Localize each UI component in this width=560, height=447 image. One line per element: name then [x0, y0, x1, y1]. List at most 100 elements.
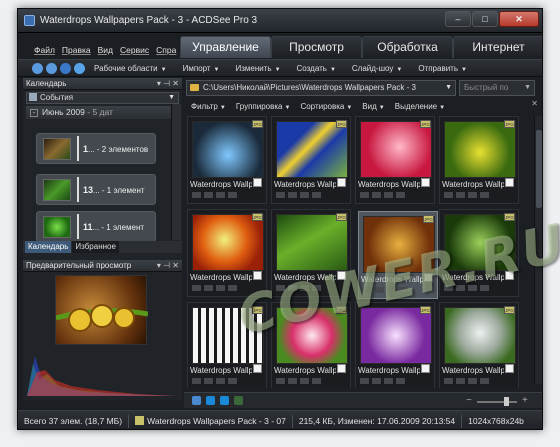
day-thumbnail: [43, 216, 71, 238]
zoom-out-icon[interactable]: −: [466, 395, 472, 406]
edit-label: Изменить: [235, 63, 272, 73]
zoom-in-icon[interactable]: +: [522, 395, 528, 406]
tab-favorites[interactable]: Избранное: [72, 241, 119, 253]
dropdown-arrow-icon[interactable]: ▼: [445, 81, 452, 95]
file-name: Waterdrops Wallp...: [358, 180, 420, 189]
group-menu[interactable]: Группировка ▼: [236, 102, 291, 111]
file-tile[interactable]: JPG Waterdrops Wallp...: [271, 302, 351, 388]
file-tile[interactable]: JPG Waterdrops Wallp...: [439, 302, 519, 388]
file-tile[interactable]: JPG Waterdrops Wallp...: [271, 209, 351, 297]
select-checkbox[interactable]: [505, 271, 514, 280]
slideshow-icon[interactable]: [234, 396, 243, 405]
slideshow-label: Слайд-шоу: [351, 63, 394, 73]
tile-icons: [276, 192, 348, 200]
tab-online[interactable]: Интернет: [453, 36, 542, 58]
tile-icons: [192, 285, 264, 293]
tile-icons: [276, 378, 348, 386]
forward-icon[interactable]: [46, 62, 57, 74]
day-label: 13... - 1 элемент: [83, 185, 145, 195]
events-select[interactable]: События ▼: [26, 92, 179, 104]
scrollbar-thumb[interactable]: [536, 130, 542, 208]
folder-icon: [190, 84, 199, 91]
menu-edit[interactable]: Правка: [62, 45, 91, 59]
workspaces-menu[interactable]: Рабочие области ▼: [94, 64, 167, 73]
menu-help[interactable]: Спра: [156, 45, 176, 59]
day-thumbnail: [43, 138, 71, 160]
select-checkbox[interactable]: [421, 178, 430, 187]
calendar-scrollbar[interactable]: [171, 104, 181, 240]
panel-controls[interactable]: ▾ ⊣ ✕: [157, 78, 179, 90]
title-bar: Waterdrops Wallpapers Pack - 3 - ACDSee …: [18, 9, 542, 33]
sort-menu[interactable]: Сортировка ▼: [300, 102, 352, 111]
file-grid-scrollbar[interactable]: [534, 116, 542, 384]
file-name: Waterdrops Wallp...: [190, 273, 252, 282]
close-button[interactable]: ✕: [499, 11, 539, 27]
file-tile[interactable]: JPG Waterdrops Wallp...: [439, 209, 519, 297]
tile-icons: [444, 192, 516, 200]
select-checkbox[interactable]: [337, 364, 346, 373]
collapse-icon[interactable]: -: [30, 109, 38, 117]
back-icon[interactable]: [32, 62, 43, 74]
tile-icons: [276, 285, 348, 293]
refresh-icon[interactable]: [74, 62, 85, 74]
menu-tools[interactable]: Сервис: [120, 45, 149, 59]
slideshow-menu[interactable]: Слайд-шоу ▼: [352, 64, 402, 73]
tab-process[interactable]: Обработка: [362, 36, 453, 58]
tile-icons: [363, 287, 435, 295]
file-tile[interactable]: JPG Waterdrops Wallp...: [439, 116, 519, 204]
select-checkbox[interactable]: [505, 178, 514, 187]
filter-menu[interactable]: Фильтр ▼: [191, 102, 226, 111]
month-group[interactable]: - Июнь 2009 - 5 дат: [26, 106, 172, 119]
file-tile[interactable]: JPG Waterdrops Wallp...: [355, 116, 435, 204]
quick-search-field[interactable]: Быстрый по ▼: [459, 80, 535, 96]
menu-file[interactable]: Файл: [34, 45, 55, 59]
select-checkbox[interactable]: [424, 273, 433, 282]
folder-path-field[interactable]: C:\Users\Николай\Pictures\Waterdrops Wal…: [186, 80, 456, 96]
import-menu[interactable]: Импорт ▼: [183, 64, 220, 73]
create-menu[interactable]: Создать ▼: [297, 64, 336, 73]
select-checkbox[interactable]: [421, 364, 430, 373]
file-tile-selected[interactable]: JPG Waterdrops Wallp...: [358, 211, 438, 299]
close-icon[interactable]: ✕: [531, 99, 538, 108]
tab-calendar[interactable]: Календарь: [25, 241, 72, 253]
up-folder-icon[interactable]: [60, 62, 71, 74]
thumbnail: [276, 214, 348, 271]
view-label: Вид: [362, 101, 377, 111]
image-basket-icon[interactable]: [192, 396, 201, 405]
select-menu[interactable]: Выделение ▼: [395, 102, 445, 111]
file-tile[interactable]: JPG Waterdrops Wallp...: [187, 116, 267, 204]
view-menu[interactable]: Вид ▼: [362, 102, 384, 111]
day-item[interactable]: 11... - 1 элемент: [36, 211, 156, 242]
file-tile[interactable]: JPG Waterdrops Wallp...: [187, 302, 267, 388]
day-item[interactable]: 1... - 2 элементов: [36, 133, 156, 164]
zoom-slider[interactable]: [477, 401, 517, 403]
file-tile[interactable]: JPG Waterdrops Wallp...: [187, 209, 267, 297]
select-checkbox[interactable]: [253, 271, 262, 280]
tab-manage[interactable]: Управление: [180, 36, 271, 58]
file-tile[interactable]: JPG Waterdrops Wallp...: [271, 116, 351, 204]
day-item[interactable]: 13... - 1 элемент: [36, 174, 156, 205]
calendar-panel-header: Календарь ▾ ⊣ ✕: [23, 78, 182, 90]
select-checkbox[interactable]: [505, 364, 514, 373]
menu-view[interactable]: Вид: [98, 45, 113, 59]
select-checkbox[interactable]: [253, 364, 262, 373]
tab-view[interactable]: Просмотр: [271, 36, 362, 58]
edit-menu[interactable]: Изменить ▼: [235, 64, 280, 73]
maximize-button[interactable]: □: [472, 11, 498, 27]
day-number: 13: [83, 185, 94, 195]
window-controls: ‒ □ ✕: [445, 11, 539, 27]
file-tile[interactable]: JPG Waterdrops Wallp...: [355, 302, 435, 388]
day-label: 11... - 1 элемент: [83, 222, 144, 232]
panel-controls[interactable]: ▾ ⊣ ✕: [157, 260, 179, 272]
select-checkbox[interactable]: [337, 271, 346, 280]
import-label: Импорт: [182, 63, 211, 73]
select-checkbox[interactable]: [337, 178, 346, 187]
minimize-button[interactable]: ‒: [445, 11, 471, 27]
select-checkbox[interactable]: [253, 178, 262, 187]
zoom-slider-thumb[interactable]: [504, 397, 509, 406]
rotate-right-icon[interactable]: [220, 396, 229, 405]
send-menu[interactable]: Отправить ▼: [418, 64, 467, 73]
rotate-left-icon[interactable]: [206, 396, 215, 405]
search-icon[interactable]: ▼: [524, 81, 531, 95]
jpg-badge: JPG: [336, 213, 347, 221]
